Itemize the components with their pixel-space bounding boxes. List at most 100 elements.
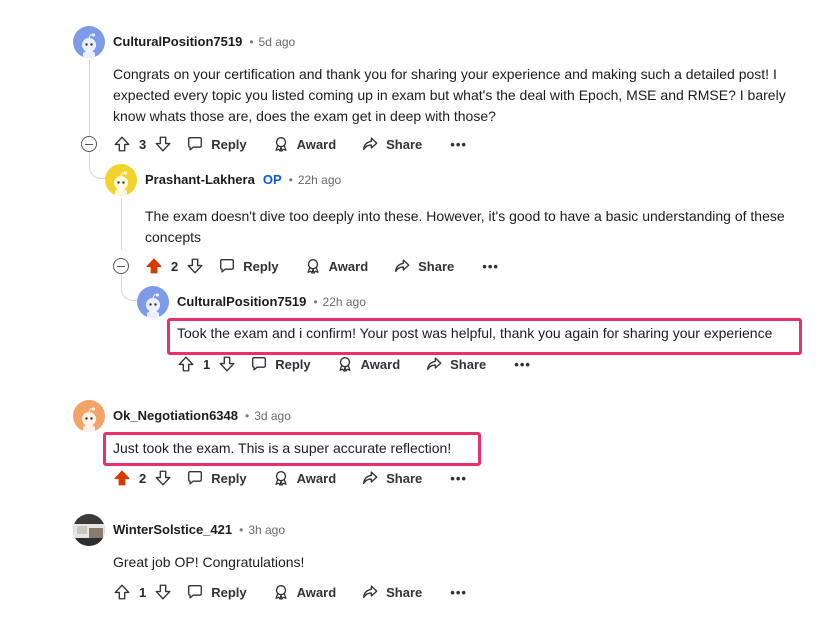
meta-separator: • xyxy=(245,408,250,423)
comment-text: Took the exam and i confirm! Your post w… xyxy=(177,325,773,341)
timestamp[interactable]: 22h ago xyxy=(323,295,366,309)
meta-separator: • xyxy=(239,522,244,537)
share-icon xyxy=(361,583,379,601)
vote-count: 1 xyxy=(203,356,211,372)
avatar-photo xyxy=(73,514,105,546)
collapse-icon[interactable] xyxy=(81,136,97,152)
more-options-button[interactable]: ••• xyxy=(450,137,467,152)
comment-text: The exam doesn't dive too deeply into th… xyxy=(145,208,785,245)
avatar[interactable] xyxy=(105,164,137,196)
share-icon xyxy=(425,355,443,373)
downvote-icon[interactable] xyxy=(218,355,236,373)
share-label: Share xyxy=(386,136,423,152)
op-badge: OP xyxy=(262,172,282,187)
award-button[interactable]: Award xyxy=(272,469,337,487)
reply-icon xyxy=(186,469,204,487)
reply-label: Reply xyxy=(211,470,247,486)
thread-connector xyxy=(121,274,139,301)
username[interactable]: WinterSolstice_421 xyxy=(113,522,232,537)
share-button[interactable]: Share xyxy=(425,355,486,373)
vote-count: 3 xyxy=(139,136,147,152)
comment-text: Just took the exam. This is a super accu… xyxy=(113,440,452,456)
timestamp[interactable]: 22h ago xyxy=(298,173,341,187)
share-icon xyxy=(361,135,379,153)
comment-meta: Ok_Negotiation6348 • 3d ago xyxy=(113,408,291,423)
more-options-button[interactable]: ••• xyxy=(514,357,531,372)
share-label: Share xyxy=(386,470,423,486)
avatar[interactable] xyxy=(73,400,105,432)
comment-actions: 2 Reply Award Share ••• xyxy=(113,467,467,489)
vote-count: 2 xyxy=(171,258,179,274)
username[interactable]: CulturalPosition7519 xyxy=(177,294,306,309)
comment-text: Congrats on your certification and thank… xyxy=(113,66,786,124)
award-button[interactable]: Award xyxy=(304,257,369,275)
award-icon xyxy=(336,355,354,373)
award-button[interactable]: Award xyxy=(272,583,337,601)
award-icon xyxy=(272,135,290,153)
downvote-icon[interactable] xyxy=(154,135,172,153)
reply-button[interactable]: Reply xyxy=(186,583,247,601)
reply-icon xyxy=(218,257,236,275)
comment-meta: WinterSolstice_421 • 3h ago xyxy=(113,522,285,537)
award-icon xyxy=(272,469,290,487)
thread-connector xyxy=(89,151,107,179)
avatar[interactable] xyxy=(73,26,105,58)
comment-meta: CulturalPosition7519 • 5d ago xyxy=(113,34,295,49)
meta-separator: • xyxy=(313,294,318,309)
vote-group: 1 xyxy=(113,583,172,601)
username[interactable]: CulturalPosition7519 xyxy=(113,34,242,49)
vote-group: 2 xyxy=(113,469,172,487)
timestamp[interactable]: 3d ago xyxy=(254,409,291,423)
timestamp[interactable]: 5d ago xyxy=(259,35,296,49)
reply-label: Reply xyxy=(211,584,247,600)
avatar[interactable] xyxy=(137,286,169,318)
collapse-icon[interactable] xyxy=(113,258,129,274)
vote-count: 2 xyxy=(139,470,147,486)
reply-button[interactable]: Reply xyxy=(250,355,311,373)
vote-count: 1 xyxy=(139,584,147,600)
thread-line xyxy=(89,60,90,136)
upvote-icon[interactable] xyxy=(113,135,131,153)
downvote-icon[interactable] xyxy=(186,257,204,275)
share-button[interactable]: Share xyxy=(393,257,454,275)
award-label: Award xyxy=(296,470,337,486)
upvote-icon[interactable] xyxy=(113,469,131,487)
more-options-button[interactable]: ••• xyxy=(450,471,467,486)
reply-icon xyxy=(250,355,268,373)
award-label: Award xyxy=(296,584,337,600)
award-icon xyxy=(272,583,290,601)
reply-icon xyxy=(186,583,204,601)
reply-button[interactable]: Reply xyxy=(186,135,247,153)
vote-group: 3 xyxy=(113,135,172,153)
share-label: Share xyxy=(386,584,423,600)
meta-separator: • xyxy=(249,34,254,49)
reply-button[interactable]: Reply xyxy=(186,469,247,487)
upvote-icon[interactable] xyxy=(113,583,131,601)
reply-label: Reply xyxy=(243,258,279,274)
upvote-icon[interactable] xyxy=(145,257,163,275)
upvote-icon[interactable] xyxy=(177,355,195,373)
username[interactable]: Ok_Negotiation6348 xyxy=(113,408,238,423)
award-button[interactable]: Award xyxy=(272,135,336,153)
share-button[interactable]: Share xyxy=(361,135,422,153)
share-button[interactable]: Share xyxy=(361,469,422,487)
timestamp[interactable]: 3h ago xyxy=(248,523,285,537)
comment-text: Great job OP! Congratulations! xyxy=(113,554,305,570)
more-options-button[interactable]: ••• xyxy=(482,259,499,274)
share-button[interactable]: Share xyxy=(361,583,422,601)
downvote-icon[interactable] xyxy=(154,469,172,487)
reply-button[interactable]: Reply xyxy=(218,257,279,275)
more-options-button[interactable]: ••• xyxy=(450,585,467,600)
vote-group: 2 xyxy=(145,257,204,275)
username[interactable]: Prashant-Lakhera xyxy=(145,172,255,187)
thread-line xyxy=(121,198,122,250)
share-label: Share xyxy=(418,258,455,274)
award-button[interactable]: Award xyxy=(336,355,400,373)
award-icon xyxy=(304,257,322,275)
vote-group: 1 xyxy=(177,355,236,373)
downvote-icon[interactable] xyxy=(154,583,172,601)
comment-actions: 1 Reply Award Share ••• xyxy=(113,581,467,603)
award-label: Award xyxy=(328,258,369,274)
avatar[interactable] xyxy=(73,514,105,546)
share-icon xyxy=(361,469,379,487)
